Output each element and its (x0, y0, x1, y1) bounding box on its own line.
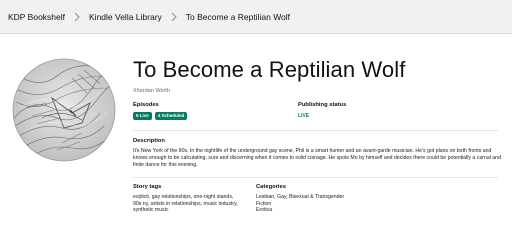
story-author: Xherdan Werth (133, 88, 170, 94)
categories-label: Categories (256, 184, 286, 190)
live-episodes-badge[interactable]: 6 Live (133, 112, 152, 120)
category-item: Erotica (256, 207, 273, 214)
chevron-right-icon (171, 12, 177, 22)
divider (133, 177, 498, 178)
episodes-label: Episodes (133, 102, 159, 108)
episodes-badges: 6 Live 4 Scheduled (133, 112, 188, 120)
story-tags-label: Story tags (133, 184, 162, 190)
breadcrumb-kdp-bookshelf[interactable]: KDP Bookshelf (8, 12, 65, 22)
category-item: Fiction (256, 200, 272, 207)
story-tags: explicit, gay relationships, one-night s… (133, 194, 238, 214)
story-title: To Become a Reptilian Wolf (133, 57, 406, 82)
story-description: It's New York of the 90s. In the nightli… (133, 148, 501, 169)
chevron-right-icon (74, 12, 80, 22)
publishing-status-value: LIVE (298, 113, 310, 119)
scheduled-episodes-badge[interactable]: 4 Scheduled (154, 112, 188, 120)
categories-list: Lesbian, Gay, Bisexual & Transgender Fic… (256, 194, 344, 214)
divider (133, 130, 498, 131)
breadcrumb-current-story: To Become a Reptilian Wolf (185, 11, 291, 22)
category-item: Lesbian, Gay, Bisexual & Transgender (256, 194, 345, 200)
breadcrumb-kindle-vella-library[interactable]: Kindle Vella Library (89, 12, 162, 22)
story-cover-image (12, 58, 116, 162)
publishing-status-label: Publishing status (298, 102, 347, 108)
breadcrumb: KDP Bookshelf Kindle Vella Library To Be… (0, 0, 512, 34)
description-label: Description (133, 138, 165, 144)
